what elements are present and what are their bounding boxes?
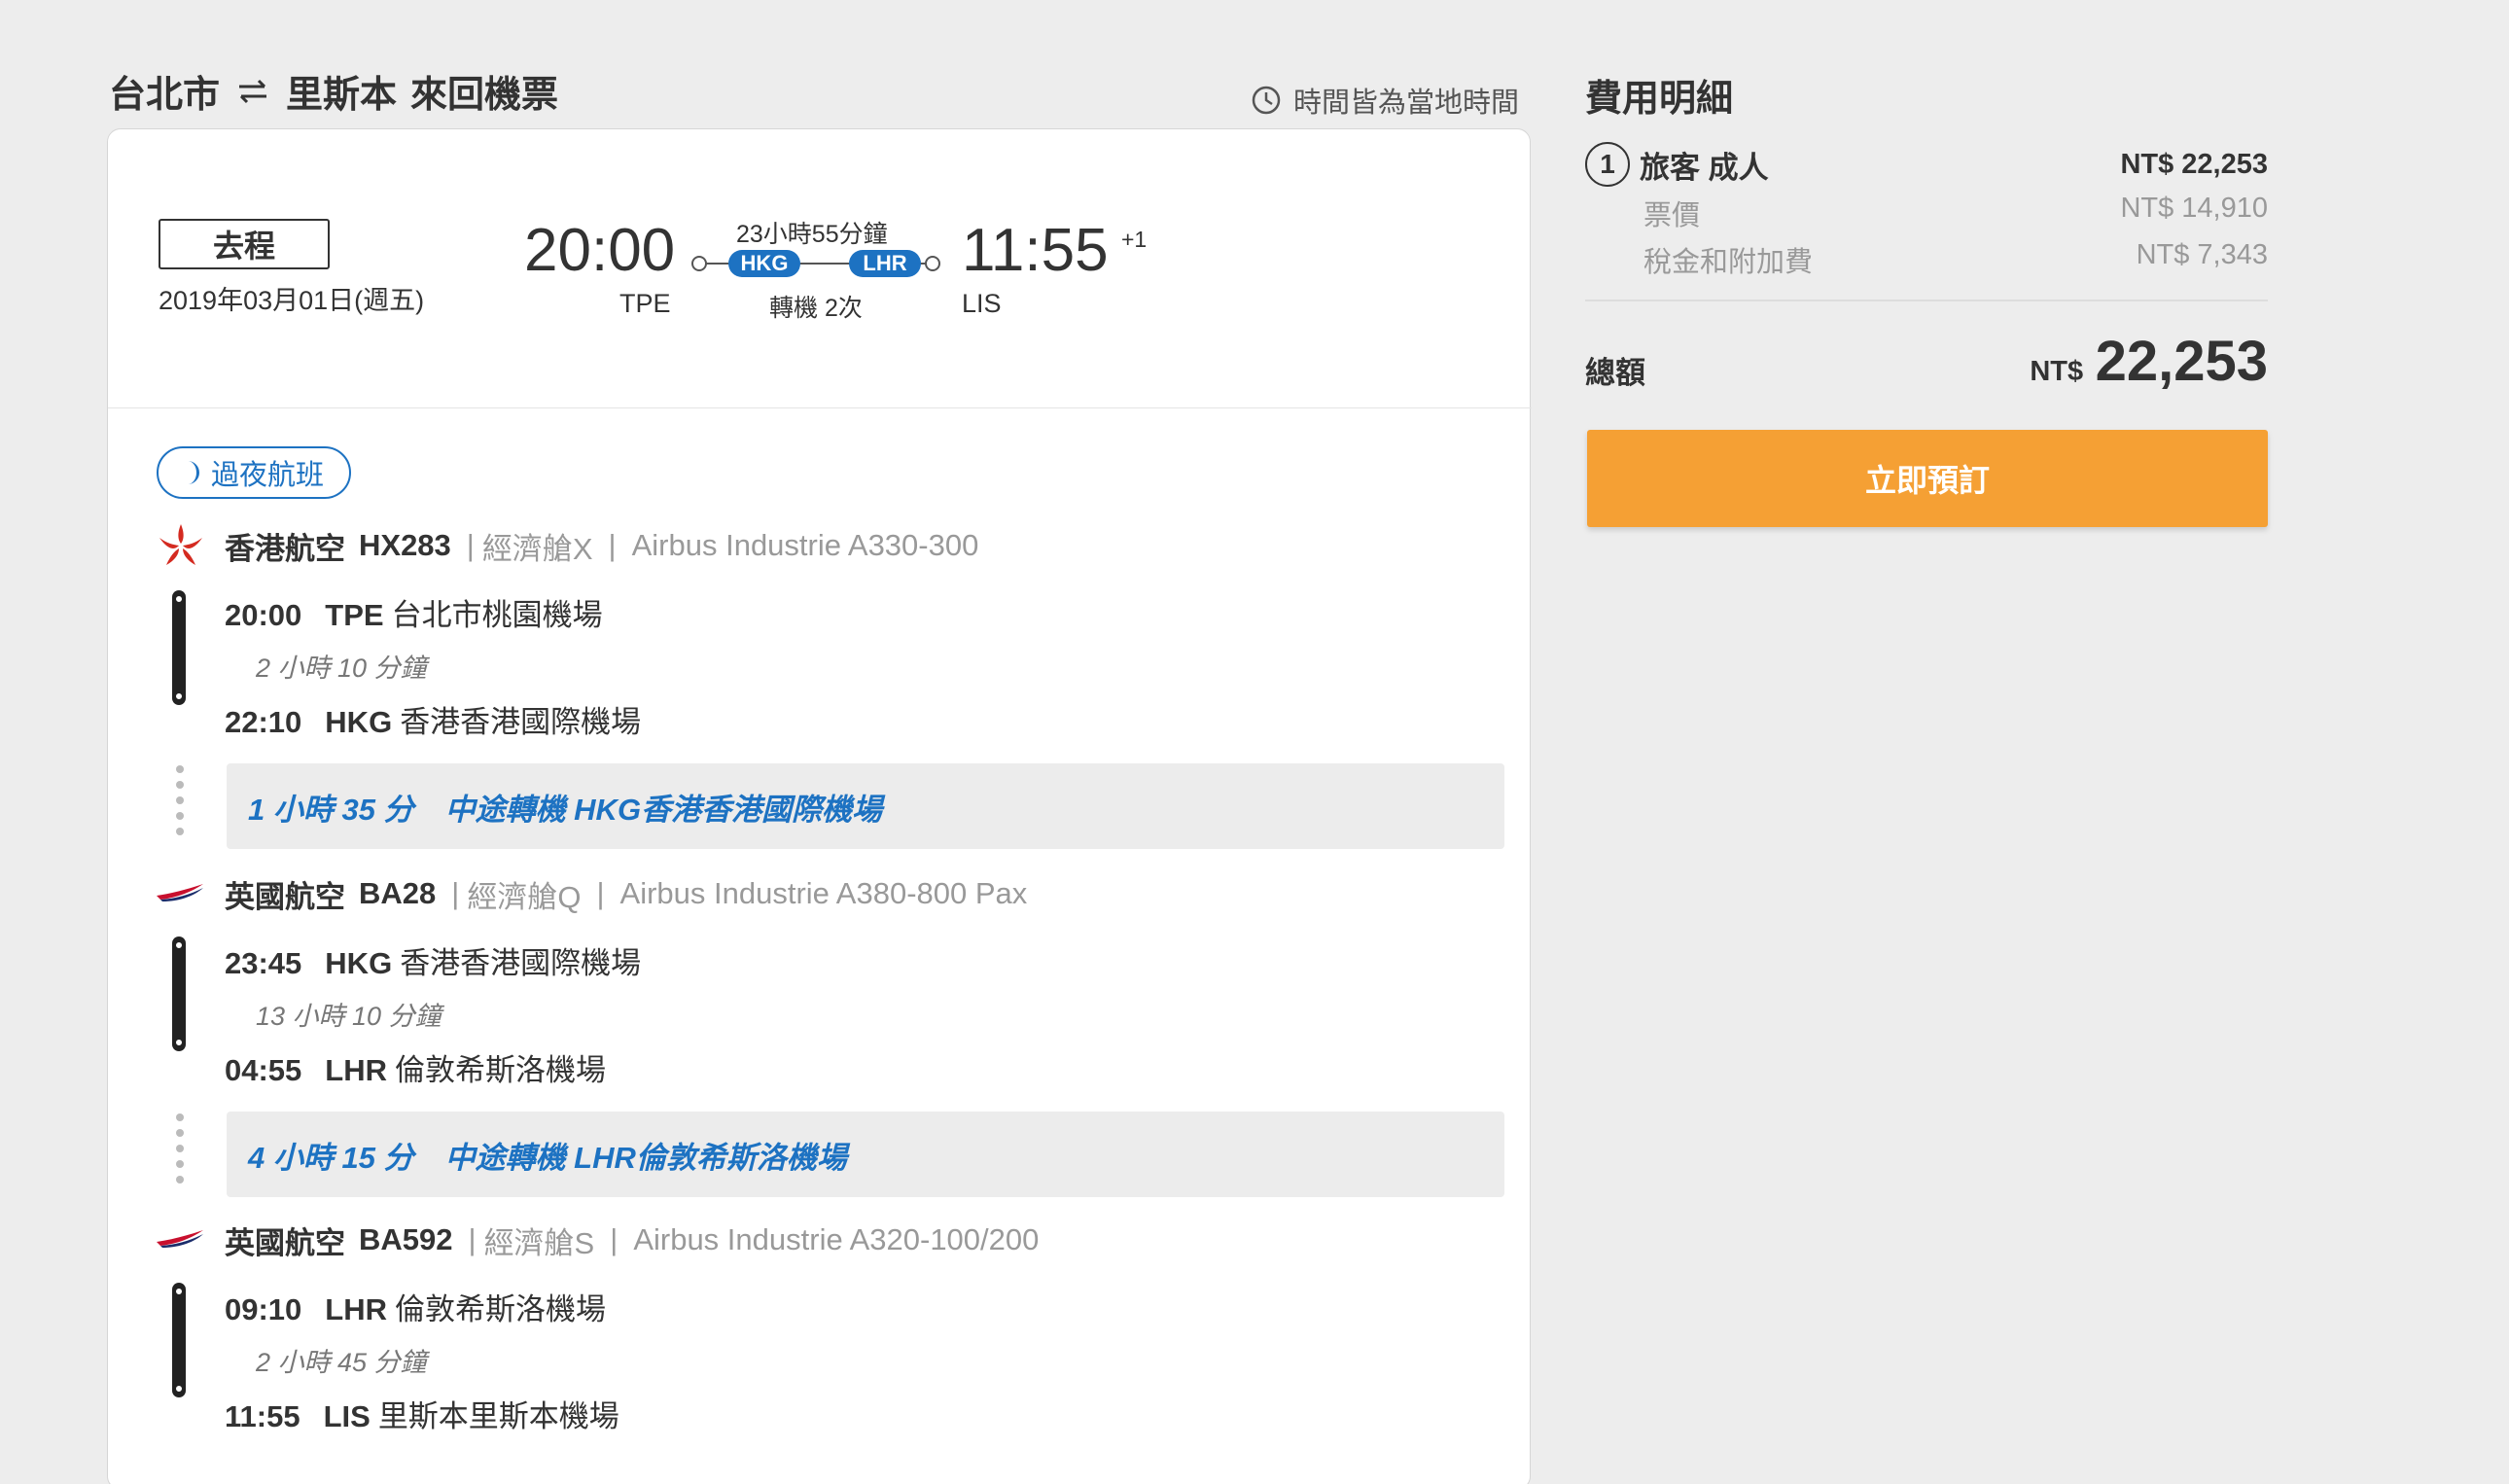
fee-divider bbox=[1585, 300, 2268, 301]
separator: | bbox=[608, 528, 617, 562]
separator: | bbox=[596, 876, 605, 910]
book-now-button[interactable]: 立即預訂 bbox=[1587, 430, 2268, 527]
layover-2: 4 小時 15 分中途轉機 LHR倫敦希斯洛機場 bbox=[227, 1112, 1504, 1197]
overnight-badge: 過夜航班 bbox=[157, 446, 351, 499]
card-divider bbox=[108, 407, 1532, 408]
segment-2-arrival: 04:55 LHR 倫敦希斯洛機場 bbox=[225, 1053, 607, 1087]
traveler-total: NT$ 22,253 bbox=[2120, 148, 2268, 180]
stop-pill-1: HKG bbox=[728, 250, 800, 277]
fare-row: 票價 NT$ 14,910 bbox=[1585, 193, 2268, 233]
layover-1: 1 小時 35 分中途轉機 HKG香港香港國際機場 bbox=[227, 763, 1504, 849]
total-amount: NT$ 22,253 bbox=[1926, 329, 2268, 394]
fee-title: 費用明細 bbox=[1585, 79, 1734, 120]
segment-3-arrival: 11:55 LIS 里斯本里斯本機場 bbox=[225, 1399, 619, 1433]
overnight-label: 過夜航班 bbox=[210, 460, 324, 491]
total-label: 總額 bbox=[1585, 356, 1645, 390]
total-currency: NT$ bbox=[2030, 356, 2084, 387]
summary-arrive-code: LIS bbox=[962, 289, 1002, 318]
flight-detail-card: 去程 2019年03月01日(週五) 20:00 TPE 23小時55分鐘 HK… bbox=[107, 128, 1532, 1484]
direction-badge: 去程 bbox=[159, 219, 330, 269]
segment-1-arrival: 22:10 HKG 香港香港國際機場 bbox=[225, 705, 642, 739]
tax-row: 稅金和附加費 NT$ 7,343 bbox=[1585, 239, 2268, 280]
clock-icon bbox=[1252, 86, 1281, 115]
aircraft-type: Airbus Industrie A330-300 bbox=[631, 528, 979, 562]
segment-2-duration: 13 小時 10 分鐘 bbox=[256, 1002, 442, 1031]
layover-1-dots bbox=[176, 765, 184, 843]
separator: | bbox=[610, 1222, 618, 1256]
segment-1-airline: 香港航空 HX283 | 經濟艙X | Airbus Industrie A33… bbox=[157, 522, 978, 569]
summary-arrive-time: 11:55 bbox=[962, 217, 1109, 284]
aircraft-type: Airbus Industrie A320-100/200 bbox=[633, 1222, 1040, 1256]
segment-3-timeline bbox=[172, 1283, 186, 1397]
tax-value: NT$ 7,343 bbox=[2136, 239, 2268, 270]
stop-pill-2: LHR bbox=[849, 250, 921, 277]
traveler-label: 旅客 成人 bbox=[1640, 150, 1769, 185]
tax-label: 稅金和附加費 bbox=[1643, 247, 1814, 278]
airline-name: 英國航空 bbox=[225, 1225, 345, 1260]
british-airways-logo-icon bbox=[157, 1230, 203, 1248]
segment-2-timeline bbox=[172, 936, 186, 1051]
traveler-count: 1 bbox=[1585, 142, 1630, 187]
segment-2-airline: 英國航空 BA28 | 經濟艙Q | Airbus Industrie A380… bbox=[157, 870, 1027, 917]
segment-1-timeline bbox=[172, 590, 186, 705]
segment-1-duration: 2 小時 10 分鐘 bbox=[256, 654, 427, 683]
cabin-class: 經濟艙X bbox=[481, 531, 593, 566]
moon-icon bbox=[187, 461, 199, 484]
summary-stops: 轉機 2次 bbox=[769, 295, 863, 322]
british-airways-logo-icon bbox=[157, 884, 203, 901]
segment-2-departure: 23:45 HKG 香港香港國際機場 bbox=[225, 946, 642, 980]
flight-number: BA28 bbox=[359, 876, 437, 910]
flight-number: BA592 bbox=[359, 1222, 453, 1256]
fare-value: NT$ 14,910 bbox=[2120, 193, 2268, 224]
page-title: 台北市 里斯本 來回機票 bbox=[109, 64, 558, 118]
swap-arrows-icon bbox=[239, 79, 267, 103]
segment-3-departure: 09:10 LHR 倫敦希斯洛機場 bbox=[225, 1292, 607, 1326]
hong-kong-airlines-logo-icon bbox=[159, 524, 202, 565]
route-diagram: HKG LHR bbox=[689, 248, 942, 277]
aircraft-type: Airbus Industrie A380-800 Pax bbox=[619, 876, 1028, 910]
flight-number: HX283 bbox=[359, 528, 451, 562]
cabin-class: 經濟艙S bbox=[483, 1225, 595, 1260]
airline-name: 英國航空 bbox=[225, 879, 345, 914]
airline-name: 香港航空 bbox=[225, 531, 345, 566]
departure-date: 2019年03月01日(週五) bbox=[159, 286, 425, 315]
cabin-class: 經濟艙Q bbox=[467, 879, 582, 914]
layover-2-dots bbox=[176, 1113, 184, 1191]
total-value: 22,253 bbox=[2095, 330, 2268, 393]
summary-depart-time: 20:00 bbox=[524, 217, 676, 284]
destination-city: 里斯本 bbox=[286, 75, 398, 116]
fare-label: 票價 bbox=[1643, 200, 1701, 231]
traveler-row: 1 旅客 成人 NT$ 22,253 bbox=[1585, 142, 2268, 187]
timezone-note-text: 時間皆為當地時間 bbox=[1293, 88, 1520, 119]
day-offset: +1 bbox=[1121, 227, 1148, 252]
separator: | bbox=[466, 528, 475, 562]
segment-3-duration: 2 小時 45 分鐘 bbox=[256, 1348, 427, 1377]
trip-type: 來回機票 bbox=[410, 75, 559, 116]
segment-3-airline: 英國航空 BA592 | 經濟艙S | Airbus Industrie A32… bbox=[157, 1217, 1039, 1263]
segment-1-departure: 20:00 TPE 台北市桃園機場 bbox=[225, 598, 603, 632]
summary-duration: 23小時55分鐘 bbox=[736, 221, 888, 248]
separator: | bbox=[468, 1222, 477, 1256]
summary-depart-code: TPE bbox=[619, 289, 671, 318]
origin-city: 台北市 bbox=[109, 75, 221, 116]
timezone-note: 時間皆為當地時間 bbox=[1251, 80, 1519, 121]
separator: | bbox=[451, 876, 460, 910]
